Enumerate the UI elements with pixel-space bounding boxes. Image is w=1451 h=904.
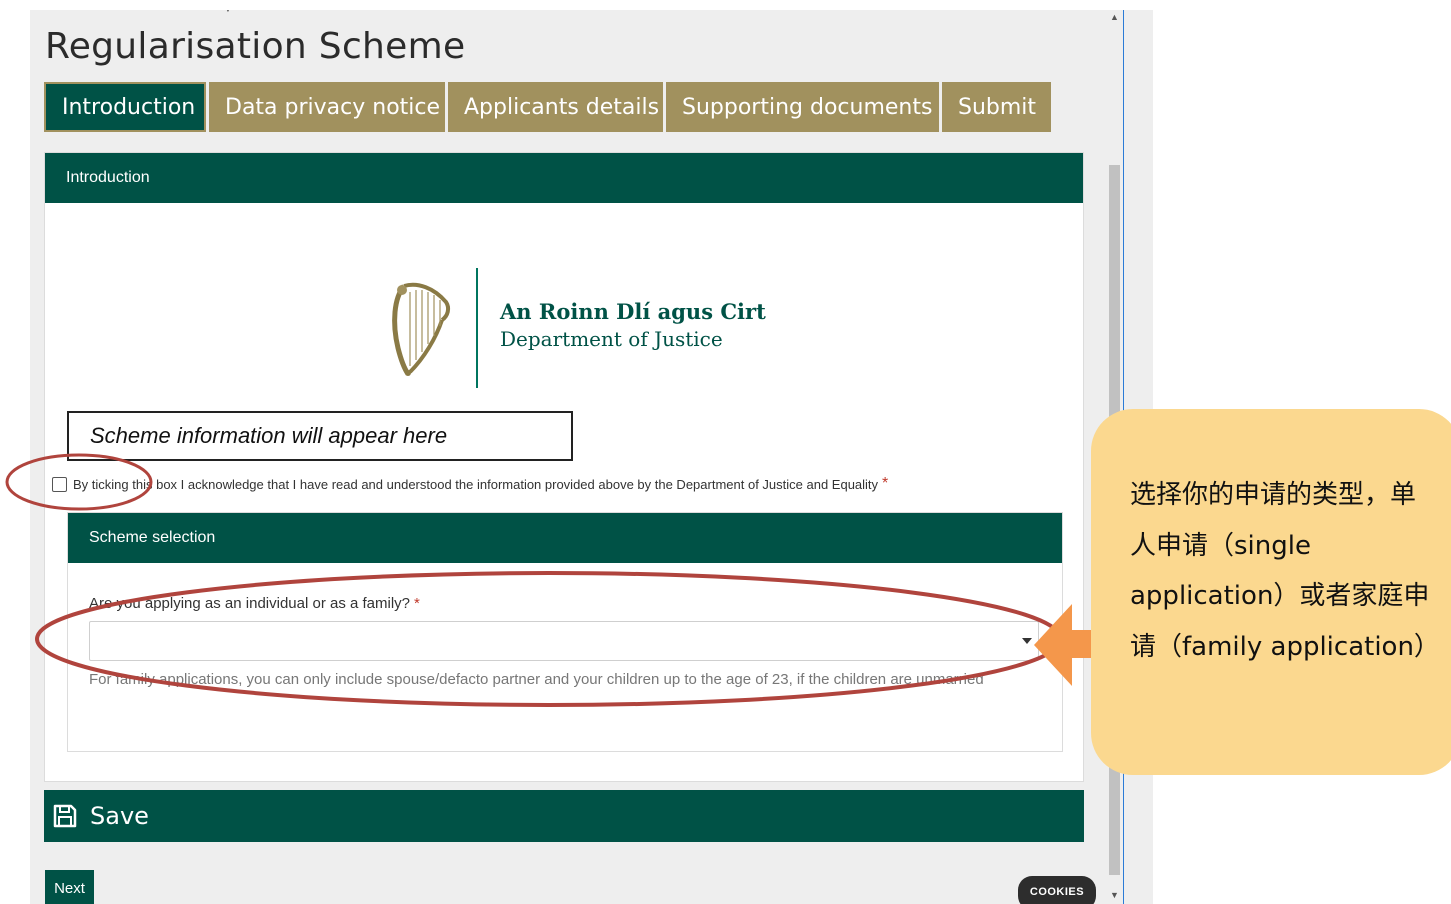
family-help-text: For family applications, you can only in… — [89, 671, 984, 688]
acknowledge-row: By ticking this box I acknowledge that I… — [52, 475, 888, 493]
applicant-type-label: Are you applying as an individual or as … — [89, 595, 411, 612]
scroll-up-arrow-icon[interactable]: ▲ — [1110, 12, 1119, 22]
logo-english-name: Department of Justice — [500, 327, 723, 351]
introduction-panel: Introduction An Roinn Dlí agus Cirt Depa… — [44, 152, 1084, 782]
tab-applicants-details[interactable]: Applicants details — [448, 82, 663, 132]
save-button[interactable]: Save — [44, 790, 1084, 842]
required-marker: * — [414, 595, 420, 612]
caret-down-icon: ▼ — [223, 10, 233, 15]
floppy-disk-icon — [52, 803, 78, 829]
scheme-selection-panel: Scheme selection Are you applying as an … — [67, 512, 1063, 752]
browser-viewport: ▼ Regularisation Scheme Introduction Dat… — [30, 10, 1153, 904]
save-label: Save — [90, 802, 149, 830]
step-tabs: Introduction Data privacy notice Applica… — [44, 82, 1054, 132]
acknowledge-label: By ticking this box I acknowledge that I… — [73, 476, 879, 492]
scheme-info-placeholder: Scheme information will appear here — [67, 411, 573, 461]
annotation-callout: 选择你的申请的类型，单人申请（single application）或者家庭申请… — [1091, 409, 1451, 775]
tab-submit[interactable]: Submit — [942, 82, 1051, 132]
applicant-type-select[interactable] — [89, 621, 1039, 661]
next-button[interactable]: Next — [45, 870, 94, 904]
department-logo: An Roinn Dlí agus Cirt Department of Jus… — [390, 268, 766, 390]
acknowledge-checkbox[interactable] — [52, 476, 67, 492]
introduction-header: Introduction — [45, 153, 1083, 203]
harp-emblem-icon — [392, 282, 451, 376]
logo-divider — [476, 268, 478, 388]
tab-introduction[interactable]: Introduction — [44, 82, 206, 132]
cookies-button[interactable]: COOKIES — [1018, 876, 1096, 904]
applicant-type-question: Are you applying as an individual or as … — [89, 595, 420, 612]
caret-down-icon — [1022, 638, 1032, 644]
scroll-down-arrow-icon[interactable]: ▼ — [1110, 890, 1119, 900]
tab-data-privacy-notice[interactable]: Data privacy notice — [209, 82, 445, 132]
page-title: Regularisation Scheme — [45, 26, 466, 67]
tab-supporting-documents[interactable]: Supporting documents — [666, 82, 939, 132]
scheme-selection-header: Scheme selection — [68, 513, 1062, 563]
logo-irish-name: An Roinn Dlí agus Cirt — [500, 299, 766, 324]
required-marker: * — [882, 475, 889, 492]
